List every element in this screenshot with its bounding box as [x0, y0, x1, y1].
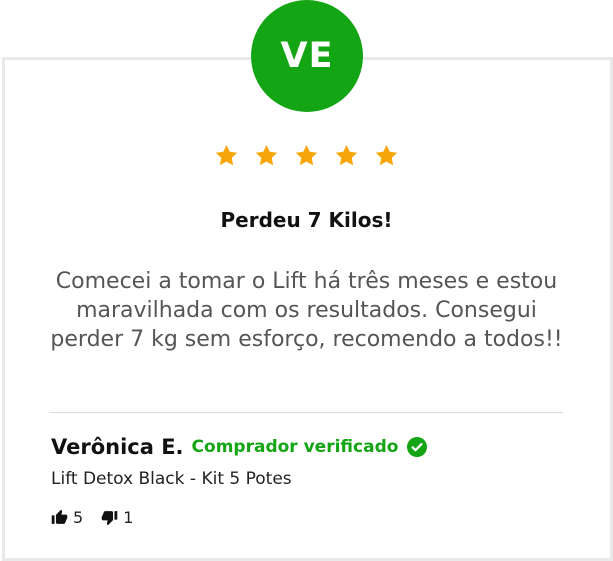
helpful-votes: 5 1 — [51, 508, 133, 527]
verified-buyer-label: Comprador verificado — [191, 437, 399, 457]
thumbs-down-icon — [101, 511, 118, 526]
star-icon — [295, 144, 318, 166]
thumbs-down-count: 1 — [123, 508, 134, 527]
avatar: VE — [251, 0, 363, 112]
thumbs-up-icon — [51, 509, 68, 524]
thumbs-up-button[interactable]: 5 — [51, 508, 83, 527]
reviewer-info: Verônica E. Comprador verificado — [51, 435, 428, 459]
star-icon — [335, 144, 358, 166]
star-icon — [375, 144, 398, 166]
product-name: Lift Detox Black - Kit 5 Potes — [51, 469, 292, 489]
thumbs-up-count: 5 — [73, 508, 84, 527]
check-circle-icon — [407, 437, 428, 457]
star-icon — [255, 144, 278, 166]
divider — [50, 412, 563, 413]
reviewer-name: Verônica E. — [51, 435, 184, 459]
review-text: Comecei a tomar o Lift há três meses e e… — [50, 269, 563, 352]
star-icon — [215, 144, 238, 166]
star-rating — [0, 143, 613, 168]
avatar-initials: VE — [280, 36, 334, 76]
thumbs-down-button[interactable]: 1 — [101, 508, 133, 527]
review-title: Perdeu 7 Kilos! — [220, 208, 393, 232]
